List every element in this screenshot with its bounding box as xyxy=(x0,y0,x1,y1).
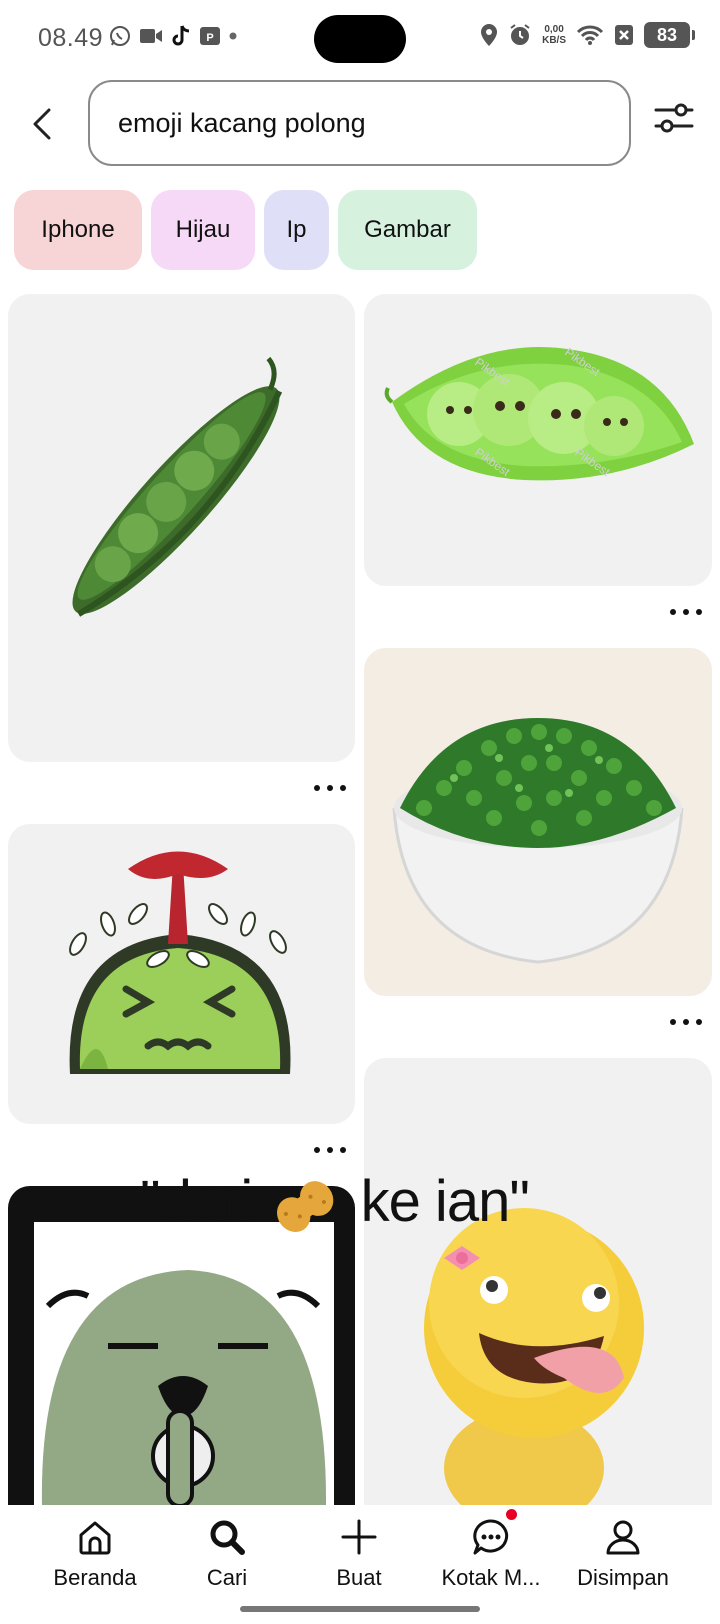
overlay-caption-part1: "dari xyxy=(140,1169,253,1234)
more-options-button[interactable] xyxy=(666,1010,706,1034)
nav-cari[interactable]: Cari xyxy=(162,1515,292,1591)
search-input[interactable]: emoji kacang polong xyxy=(88,80,631,166)
nav-label: Beranda xyxy=(53,1565,137,1590)
nav-label: Buat xyxy=(336,1565,382,1590)
pin-card-yellow-emoji[interactable] xyxy=(364,1058,712,1506)
chip-label: Hijau xyxy=(175,216,231,243)
whatsapp-icon xyxy=(110,26,130,46)
pea-emoji-image xyxy=(69,851,291,1074)
network-speed-value: 0,00 xyxy=(544,24,564,35)
user-icon xyxy=(601,1515,645,1559)
overlay-caption-part2: ke ian" xyxy=(360,1169,530,1234)
bowl-of-peas-image xyxy=(392,718,684,964)
pin-card-pea-emoji-exploding[interactable] xyxy=(8,824,355,1124)
peanut-icon xyxy=(277,1180,334,1232)
pea-pod-faces-image: Pikbest Pikbest Pikbest Pikbest xyxy=(384,345,694,481)
suggestion-chips: Iphone Hijau Ip Gambar xyxy=(14,190,477,270)
nav-buat[interactable]: Buat xyxy=(294,1515,424,1591)
chip-hijau[interactable]: Hijau xyxy=(151,190,255,270)
video-call-icon xyxy=(140,29,162,43)
overlay-caption: "dari ke ian" xyxy=(140,1168,530,1239)
plus-icon xyxy=(337,1515,381,1559)
nav-disimpan[interactable]: Disimpan xyxy=(558,1515,688,1591)
nav-label: Cari xyxy=(206,1565,248,1590)
filter-sliders-icon xyxy=(654,103,694,133)
alarm-icon xyxy=(510,24,530,45)
nfc-icon: P xyxy=(200,27,220,45)
more-options-button[interactable] xyxy=(310,776,350,800)
chip-iphone[interactable]: Iphone xyxy=(14,190,142,270)
camera-cutout xyxy=(314,15,406,63)
notification-dot xyxy=(506,1509,517,1520)
search-icon xyxy=(205,1515,249,1559)
status-time: 08.49 xyxy=(38,24,104,52)
nav-kotak-masuk[interactable]: Kotak M... xyxy=(426,1509,556,1591)
search-query-text: emoji kacang polong xyxy=(118,107,366,138)
nav-label: Disimpan xyxy=(577,1565,669,1590)
chip-label: Ip xyxy=(286,216,307,243)
tiktok-icon xyxy=(172,25,190,46)
chat-icon xyxy=(469,1509,517,1559)
filter-button[interactable] xyxy=(652,96,696,140)
no-sim-icon xyxy=(615,25,633,45)
location-icon xyxy=(481,24,498,46)
yellow-emoji-image xyxy=(424,1208,644,1506)
wifi-icon xyxy=(576,25,604,45)
back-button[interactable] xyxy=(22,100,62,148)
more-options-button[interactable] xyxy=(666,600,706,624)
svg-text:P: P xyxy=(206,32,213,44)
chevron-left-icon xyxy=(33,108,51,140)
pin-card-bowl-of-peas[interactable] xyxy=(364,648,712,996)
status-right-icons: 0,00 KB/S 83 xyxy=(480,22,695,48)
chip-label: Iphone xyxy=(41,216,115,243)
home-indicator xyxy=(240,1606,480,1612)
dot-icon xyxy=(229,32,237,40)
notification-icons: P xyxy=(108,24,238,48)
chip-ip[interactable]: Ip xyxy=(264,190,329,270)
chip-label: Gambar xyxy=(364,216,451,243)
pin-card-pea-pod-faces[interactable]: Pikbest Pikbest Pikbest Pikbest xyxy=(364,294,712,586)
nav-beranda[interactable]: Beranda xyxy=(30,1515,160,1591)
network-speed-unit: KB/S xyxy=(542,35,566,46)
status-bar: 08.49 P 0,00 KB/S 83 xyxy=(0,0,720,78)
nav-label: Kotak M... xyxy=(441,1565,541,1590)
pea-pod-image xyxy=(72,356,283,617)
battery-indicator: 83 xyxy=(644,22,695,48)
pin-card-pea-pod[interactable] xyxy=(8,294,355,762)
chip-gambar[interactable]: Gambar xyxy=(338,190,477,270)
network-speed: 0,00 KB/S xyxy=(542,24,566,46)
home-icon xyxy=(73,1515,117,1559)
more-options-button[interactable] xyxy=(310,1138,350,1162)
